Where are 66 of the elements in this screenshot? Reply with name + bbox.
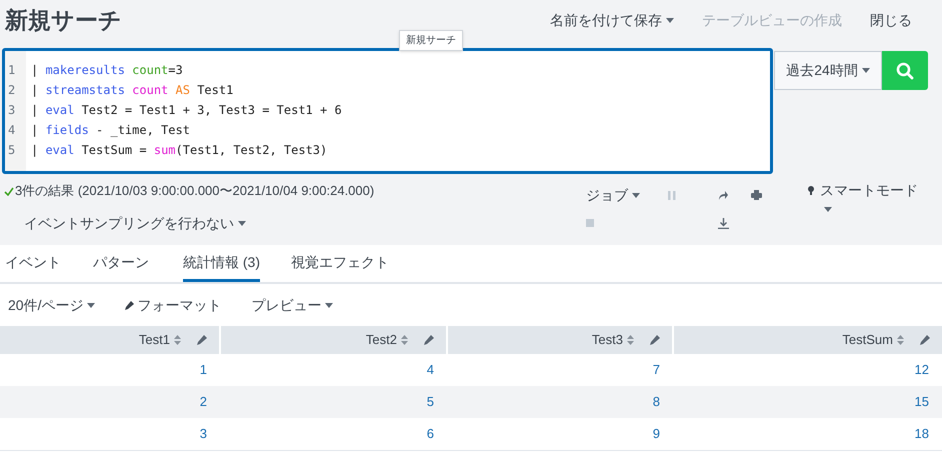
caret-icon bbox=[824, 206, 832, 212]
sort-icon bbox=[897, 335, 904, 345]
sampling-dropdown[interactable]: イベントサンプリングを行わない bbox=[24, 213, 246, 234]
table-cell[interactable]: 15 bbox=[673, 386, 942, 418]
tooltip: 新規サーチ bbox=[399, 30, 463, 51]
time-range-picker[interactable]: 過去24時間 bbox=[774, 51, 882, 90]
search-icon bbox=[896, 62, 914, 80]
tab[interactable]: イベント bbox=[5, 245, 61, 282]
line-number: 4 bbox=[7, 122, 16, 139]
preview-dropdown[interactable]: プレビュー bbox=[251, 294, 334, 316]
column-header[interactable]: Test1 bbox=[0, 326, 220, 354]
pause-icon bbox=[668, 190, 676, 200]
sort-icon bbox=[627, 335, 634, 345]
caret-icon bbox=[325, 302, 334, 308]
pencil-icon bbox=[650, 335, 660, 345]
table-cell[interactable]: 5 bbox=[220, 386, 447, 418]
download-button[interactable] bbox=[718, 218, 729, 228]
code-line: | streamstats count AS Test1 bbox=[31, 82, 234, 99]
search-editor[interactable]: 1 2 3 4 5 | makeresults count=3 | streamstats count AS Test1 | eval Test2 = Test1 + 3, Test3 = Test1 + 6 | fields - _time, Test | eval TestSum = sum(Test1, Test2, Test3) bbox=[2, 48, 773, 174]
printer-icon bbox=[751, 190, 762, 200]
caret-icon bbox=[238, 221, 246, 226]
search-mode-dropdown[interactable]: スマートモード bbox=[820, 181, 924, 217]
sort-icon bbox=[174, 335, 181, 345]
tab[interactable]: パターン bbox=[93, 245, 149, 282]
header-action-button[interactable]: 名前を付けて保存 bbox=[550, 10, 674, 30]
page-title: 新規サーチ bbox=[5, 6, 122, 35]
check-icon bbox=[4, 186, 14, 196]
share-arrow-icon bbox=[718, 190, 728, 200]
download-icon bbox=[718, 218, 729, 228]
format-button[interactable]: フォーマット bbox=[125, 294, 222, 316]
line-number: 5 bbox=[7, 142, 16, 159]
pencil-icon bbox=[424, 335, 434, 345]
pencil-icon bbox=[125, 300, 134, 310]
code-line: | eval TestSum = sum(Test1, Test2, Test3) bbox=[31, 142, 328, 159]
code-line: | makeresults count=3 bbox=[31, 62, 184, 79]
table-cell[interactable]: 1 bbox=[0, 354, 220, 386]
printer-button[interactable] bbox=[751, 190, 762, 200]
header-action-button[interactable]: 閉じる bbox=[870, 10, 912, 30]
tab[interactable]: 統計情報 (3) bbox=[183, 245, 260, 282]
sort-icon bbox=[401, 335, 408, 345]
lightbulb-icon bbox=[808, 186, 814, 196]
column-header[interactable]: Test3 bbox=[447, 326, 673, 354]
table-cell[interactable]: 8 bbox=[447, 386, 673, 418]
caret-icon bbox=[632, 192, 640, 198]
table-cell[interactable]: 7 bbox=[447, 354, 673, 386]
caret-icon bbox=[862, 68, 870, 73]
results-summary: 3件の結果 (2021/10/03 9:00:00.000〜2021/10/04 9:00:24.000) bbox=[15, 182, 374, 200]
caret-icon bbox=[87, 302, 96, 308]
job-menu[interactable]: ジョブ bbox=[586, 184, 668, 206]
stop-icon bbox=[586, 219, 594, 227]
table-cell[interactable]: 4 bbox=[220, 354, 447, 386]
line-number: 1 bbox=[7, 62, 16, 79]
line-number: 3 bbox=[7, 102, 16, 119]
code-line: | eval Test2 = Test1 + 3, Test3 = Test1 + 6 bbox=[31, 102, 342, 119]
column-header[interactable]: Test2 bbox=[220, 326, 447, 354]
pencil-icon bbox=[920, 335, 930, 345]
table-cell[interactable]: 12 bbox=[673, 354, 942, 386]
share-arrow-button[interactable] bbox=[718, 190, 728, 200]
line-number: 2 bbox=[7, 82, 16, 99]
tab[interactable]: 視覚エフェクト bbox=[291, 245, 389, 282]
code-line: | fields - _time, Test bbox=[31, 122, 191, 139]
table-cell[interactable]: 2 bbox=[0, 386, 220, 418]
pencil-icon bbox=[197, 335, 207, 345]
caret-icon bbox=[666, 18, 674, 22]
per-page-dropdown[interactable]: 20件/ページ bbox=[8, 294, 96, 316]
column-header[interactable]: TestSum bbox=[673, 326, 942, 354]
